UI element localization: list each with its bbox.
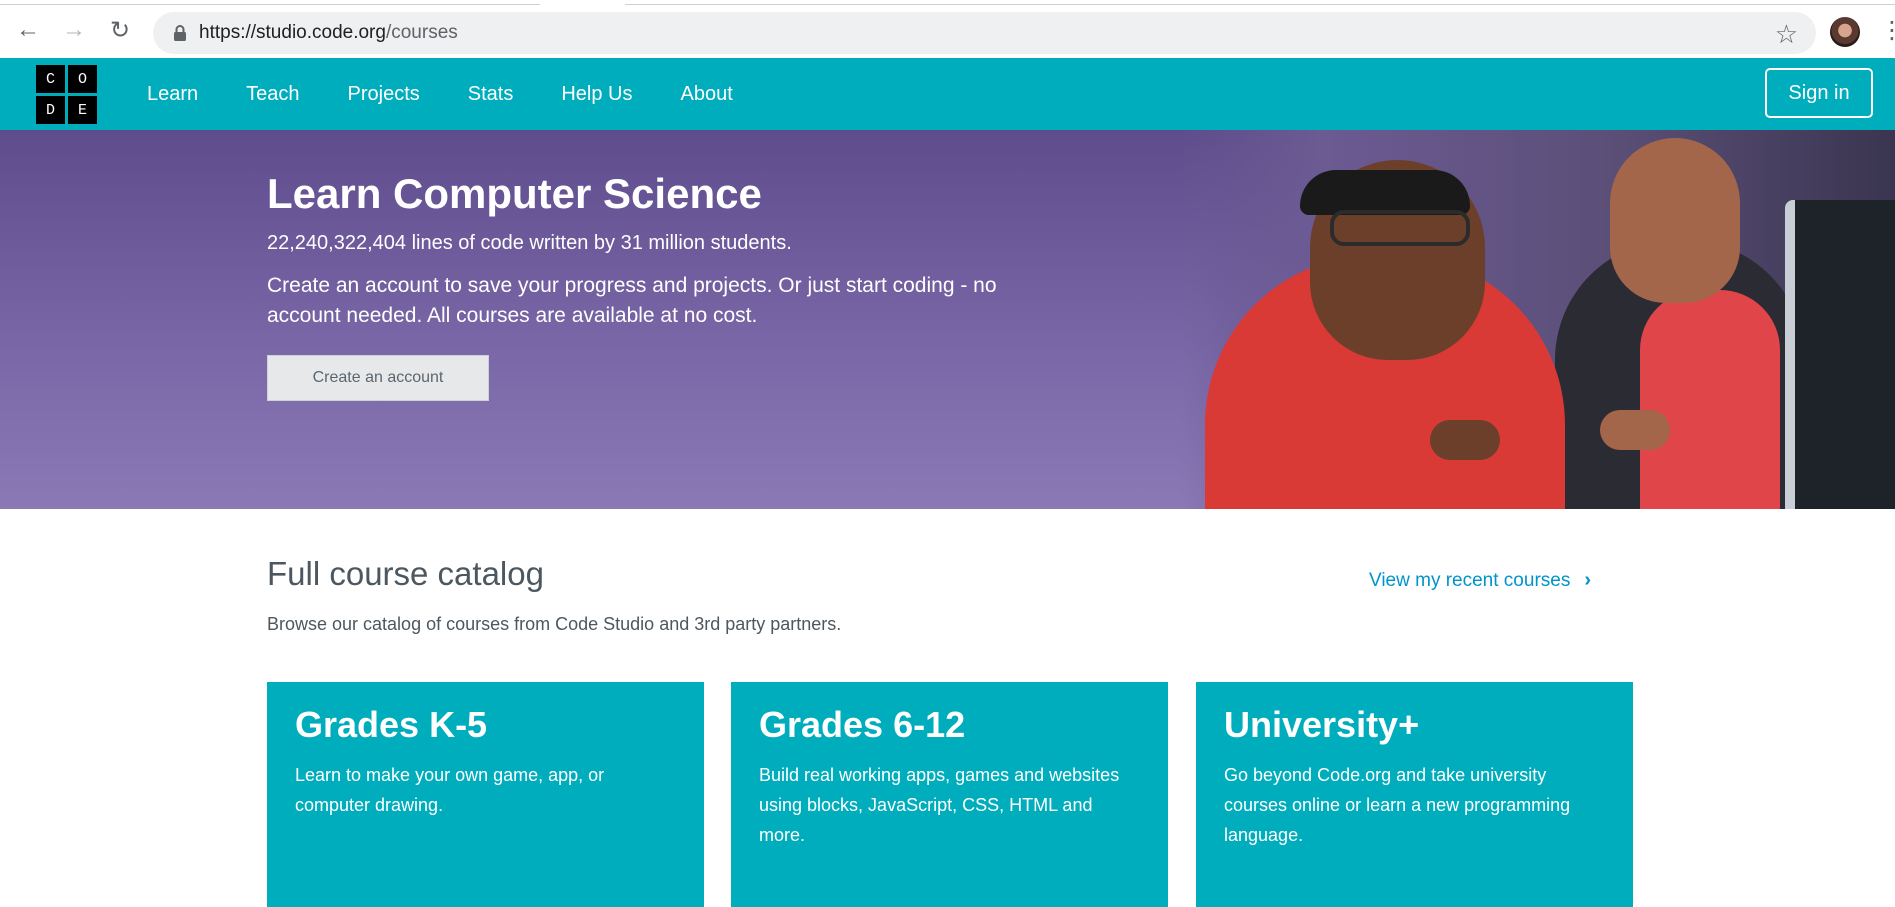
url-path: /courses [385,22,458,43]
main-nav: Learn Teach Projects Stats Help Us About [147,58,781,130]
lock-icon [174,25,186,41]
reload-icon[interactable]: ↻ [106,16,134,44]
address-bar[interactable]: https://studio.code.org/courses ☆ [153,12,1816,54]
logo-letter: O [68,65,97,93]
tab-strip-line [0,0,540,5]
catalog-description: Browse our catalog of courses from Code … [267,614,842,634]
forward-arrow-icon[interactable]: → [60,16,88,44]
url-text[interactable]: https://studio.code.org/courses [199,22,458,44]
hero-photo-hand [1600,410,1670,450]
course-card-k5[interactable]: Grades K-5 Learn to make your own game, … [267,682,704,907]
hero-title: Learn Computer Science [267,170,762,217]
nav-about[interactable]: About [681,83,733,106]
logo-letter: D [36,96,65,124]
site-header: C O D E Learn Teach Projects Stats Help … [0,58,1895,130]
card-title: Grades K-5 [295,704,488,745]
course-card-university[interactable]: University+ Go beyond Code.org and take … [1196,682,1633,907]
hero-photo-student [1330,210,1470,246]
card-text: Build real working apps, games and websi… [759,765,1120,845]
create-account-button[interactable]: Create an account [267,355,489,401]
hero-content: Learn Computer Science 22,240,322,404 li… [267,170,1047,401]
bookmark-star-icon[interactable]: ☆ [1775,19,1798,50]
hero-description: Create an account to save your progress … [267,274,997,327]
browser-menu-icon[interactable]: ⋮ [1880,16,1895,45]
nav-help-us[interactable]: Help Us [561,83,632,106]
catalog-title: Full course catalog [267,555,544,592]
card-text: Learn to make your own game, app, or com… [295,765,605,815]
back-arrow-icon[interactable]: ← [14,16,42,44]
tab-strip-line [625,0,1895,5]
chevron-right-icon: › [1584,569,1592,591]
nav-projects[interactable]: Projects [348,83,420,106]
recent-link-label: View my recent courses [1369,569,1571,591]
hero-photo-student [1610,138,1740,303]
nav-stats[interactable]: Stats [468,83,514,106]
logo-letter: E [68,96,97,124]
card-title: University+ [1224,704,1420,745]
url-host: https://studio.code.org [199,22,386,43]
hero-photo-student [1300,170,1470,215]
hero-photo-hand [1430,420,1500,460]
nav-learn[interactable]: Learn [147,83,198,106]
hero-photo-monitor [1785,200,1895,509]
hero-stat: 22,240,322,404 lines of code written by … [267,232,792,254]
hero-photo-student [1640,290,1780,509]
browser-toolbar: ← → ↻ https://studio.code.org/courses ☆ … [0,0,1895,59]
nav-teach[interactable]: Teach [246,83,299,106]
logo-letter: C [36,65,65,93]
card-text: Go beyond Code.org and take university c… [1224,765,1571,845]
profile-avatar[interactable] [1830,17,1860,47]
sign-in-button[interactable]: Sign in [1765,68,1873,118]
course-card-6-12[interactable]: Grades 6-12 Build real working apps, gam… [731,682,1168,907]
view-recent-courses-link[interactable]: View my recent courses › [1369,569,1591,592]
hero-banner: Learn Computer Science 22,240,322,404 li… [0,130,1895,509]
card-title: Grades 6-12 [759,704,966,745]
code-logo[interactable]: C O D E [35,64,99,126]
